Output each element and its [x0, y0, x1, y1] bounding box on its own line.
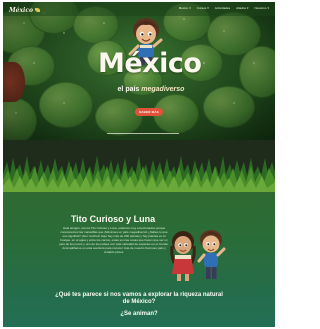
- explore-question: ¿Qué tes parece si nos vamos a explorar …: [55, 292, 223, 305]
- chevron-down-icon: ▾: [207, 6, 209, 10]
- nav-item-nosotros[interactable]: Nosotros ▾: [254, 6, 269, 10]
- explore-cta: ¿Se animan?: [120, 311, 158, 317]
- section-divider: [107, 133, 179, 134]
- chevron-down-icon: ▾: [267, 6, 269, 10]
- nav-item-aliados[interactable]: Aliados ▾: [236, 6, 248, 10]
- site-logo[interactable]: México: [9, 6, 40, 14]
- story-body-text: Hola amigos, somos Tito Curioso y Luna, …: [59, 226, 169, 254]
- hero-title: México: [98, 48, 202, 79]
- grass-border: [3, 156, 275, 192]
- saber-mas-button[interactable]: SABER MÁS: [135, 108, 163, 116]
- logo-text: México: [9, 6, 33, 14]
- nav-item-cursos[interactable]: Cursos ▾: [197, 6, 209, 10]
- top-navigation-bar: México Mexico ▾ Cursos ▾ Actividades Aliad…: [3, 2, 275, 16]
- story-title: Tito Curioso y Luna: [70, 214, 156, 224]
- nav-item-actividades[interactable]: Actividades: [215, 6, 230, 10]
- nav-item-mexico[interactable]: Mexico ▾: [179, 6, 191, 10]
- tito-and-luna-illustration: [170, 230, 226, 281]
- chevron-down-icon: ▾: [246, 6, 249, 10]
- hero-subtitle: el país megadiverso: [117, 86, 185, 93]
- hero-section: México Mexico ▾ Cursos ▾ Actividades Aliad…: [3, 2, 275, 140]
- page-frame: México Mexico ▾ Cursos ▾ Actividades Aliad…: [3, 2, 275, 327]
- leaf-icon: [34, 8, 40, 12]
- main-nav: Mexico ▾ Cursos ▾ Actividades Aliados ▾ Nos…: [179, 6, 269, 10]
- chevron-down-icon: ▾: [189, 6, 191, 10]
